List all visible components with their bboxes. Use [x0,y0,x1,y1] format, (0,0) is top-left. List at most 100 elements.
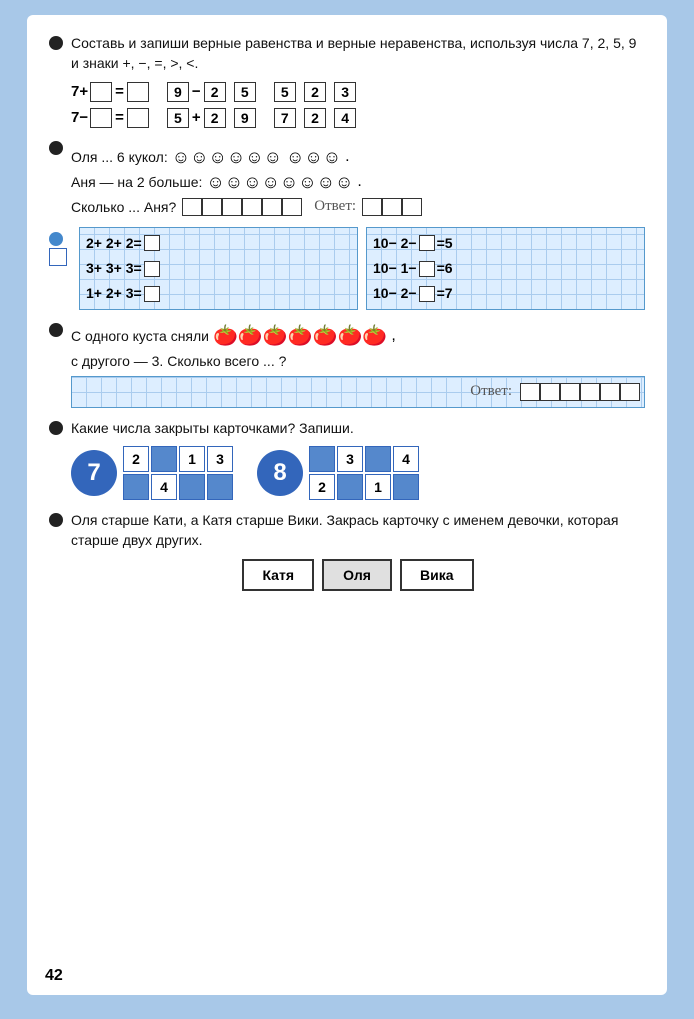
doll-dot-2: . [357,173,361,191]
eq-2b-c3: 9 [234,108,256,128]
names-row: Катя Оля Вика [71,559,645,591]
math-left-1: 2+ 2+ 2= [86,231,351,256]
ans-cell-8[interactable] [382,198,402,216]
mr3-cell[interactable] [419,286,435,302]
section-covered: Какие числа закрыты карточками? Запиши. … [49,418,645,500]
bullet-6 [49,513,63,527]
math-right-3: 10− 2− =7 [373,281,638,306]
doll-row-1: Оля ... 6 кукол: ☺☺☺☺☺☺ ☺☺☺ . [71,147,645,168]
nc7-3: 1 [179,446,205,472]
otvet-label-2: Ответ: [470,383,512,400]
nc7-2[interactable] [151,446,177,472]
nc7-8[interactable] [207,474,233,500]
nc8-8[interactable] [393,474,419,500]
answer-boxes-dolls [182,198,302,216]
eq-1c-c1: 5 [274,82,296,102]
doll-row-2: Аня — на 2 больше: ☺☺☺☺☺☺☺☺ . [71,172,645,193]
nc8-3[interactable] [365,446,391,472]
ans-cell-6[interactable] [282,198,302,216]
section-math: 2+ 2+ 2= 3+ 3+ 3= 1+ 2+ 3= 10− 2− [49,227,645,311]
ans-cell-9[interactable] [402,198,422,216]
name-btn-olya[interactable]: Оля [322,559,392,591]
eq-2a-blank2[interactable] [127,108,149,128]
eq-1b-space [228,83,232,100]
bullet-4 [49,323,63,337]
ans-cell-1[interactable] [182,198,202,216]
mr1-cell[interactable] [419,235,435,251]
ml2-cell[interactable] [144,261,160,277]
section4-line2: с другого — 3. Сколько всего ... ? [71,351,645,371]
nc7-7[interactable] [179,474,205,500]
ans-cell-7[interactable] [362,198,382,216]
eq-1b-c3: 5 [234,82,256,102]
doll-dot-1: . [345,148,349,166]
answer-line: Сколько ... Аня? Ответ: [71,197,645,217]
ml1-cell[interactable] [144,235,160,251]
math-right-2: 10− 1− =6 [373,256,638,281]
eq-1c-space2 [328,83,332,100]
bullet-2 [49,141,63,155]
section1-text: Составь и запиши верные равенства и верн… [71,33,645,74]
ans-cell-4[interactable] [242,198,262,216]
ans-t2[interactable] [540,383,560,401]
ans-cell-5[interactable] [262,198,282,216]
num-group-8: 8 3 4 2 1 [257,446,419,500]
nc8-7: 1 [365,474,391,500]
name-btn-katya[interactable]: Катя [242,559,314,591]
math-right-1: 10− 2− =5 [373,231,638,256]
tomato-row: С одного куста сняли 🍅🍅🍅🍅🍅🍅🍅 , [71,323,645,348]
ans-t4[interactable] [580,383,600,401]
nc8-6[interactable] [337,474,363,500]
bullet-3 [49,232,63,246]
section5-text: Какие числа закрыты карточками? Запиши. [71,418,645,438]
eq-1a-blank2[interactable] [127,82,149,102]
eq-2c-c2: 2 [304,108,326,128]
eq-2a-blank1[interactable] [90,108,112,128]
eq-1c-space [298,83,302,100]
answer-area-tomatoes: Ответ: [71,376,645,408]
answer-boxes-dolls-2 [362,198,422,216]
ans-cell-3[interactable] [222,198,242,216]
section1-content: Составь и запиши верные равенства и верн… [71,33,645,128]
ml3-cell[interactable] [144,286,160,302]
section4-line1: С одного куста сняли [71,326,209,346]
bullet-5 [49,421,63,435]
eq-2c: 7 2 4 [274,108,356,128]
eq-1c-c3: 3 [334,82,356,102]
name-btn-vika[interactable]: Вика [400,559,474,591]
numbers-covered: 7 2 1 3 4 8 [71,446,645,500]
math-left-2: 3+ 3+ 3= [86,256,351,281]
section4-content: С одного куста сняли 🍅🍅🍅🍅🍅🍅🍅 , с другого… [71,320,645,407]
ans-t6[interactable] [620,383,640,401]
section-equations: Составь и запиши верные равенства и верн… [49,33,645,128]
section3-content: 2+ 2+ 2= 3+ 3+ 3= 1+ 2+ 3= 10− 2− [79,227,645,311]
ans-t3[interactable] [560,383,580,401]
checkbox-sq[interactable] [49,248,67,266]
nc7-6: 4 [151,474,177,500]
eq-2c-space2 [328,109,332,126]
ans-t1[interactable] [520,383,540,401]
section6-text: Оля старше Кати, а Катя старше Вики. Зак… [71,510,645,551]
section5-content: Какие числа закрыты карточками? Запиши. … [71,418,645,500]
equations-grid: 7+ = 9 − 2 5 5 2 [71,82,645,128]
num-grid-8: 3 4 2 1 [309,446,419,500]
eq-2b-c1: 5 [167,108,189,128]
nc8-1[interactable] [309,446,335,472]
eq-2b-op: + [192,109,201,126]
section2-line2: Аня — на 2 больше: [71,172,202,192]
eq-2a-text: 7− [71,109,88,126]
nc7-5[interactable] [123,474,149,500]
ans-t5[interactable] [600,383,620,401]
math-col-right: 10− 2− =5 10− 1− =6 10− 2− =7 [366,227,645,311]
eq-1a-blank1[interactable] [90,82,112,102]
eq-1b: 9 − 2 5 [167,82,256,102]
math-left-3: 1+ 2+ 3= [86,281,351,306]
eq-2b: 5 + 2 9 [167,108,256,128]
num-grid-7: 2 1 3 4 [123,446,233,500]
eq-2b-space [228,109,232,126]
nc8-4: 4 [393,446,419,472]
doll-icons-1: ☺☺☺☺☺☺ [172,147,282,168]
eq-2c-c3: 4 [334,108,356,128]
ans-cell-2[interactable] [202,198,222,216]
mr2-cell[interactable] [419,261,435,277]
